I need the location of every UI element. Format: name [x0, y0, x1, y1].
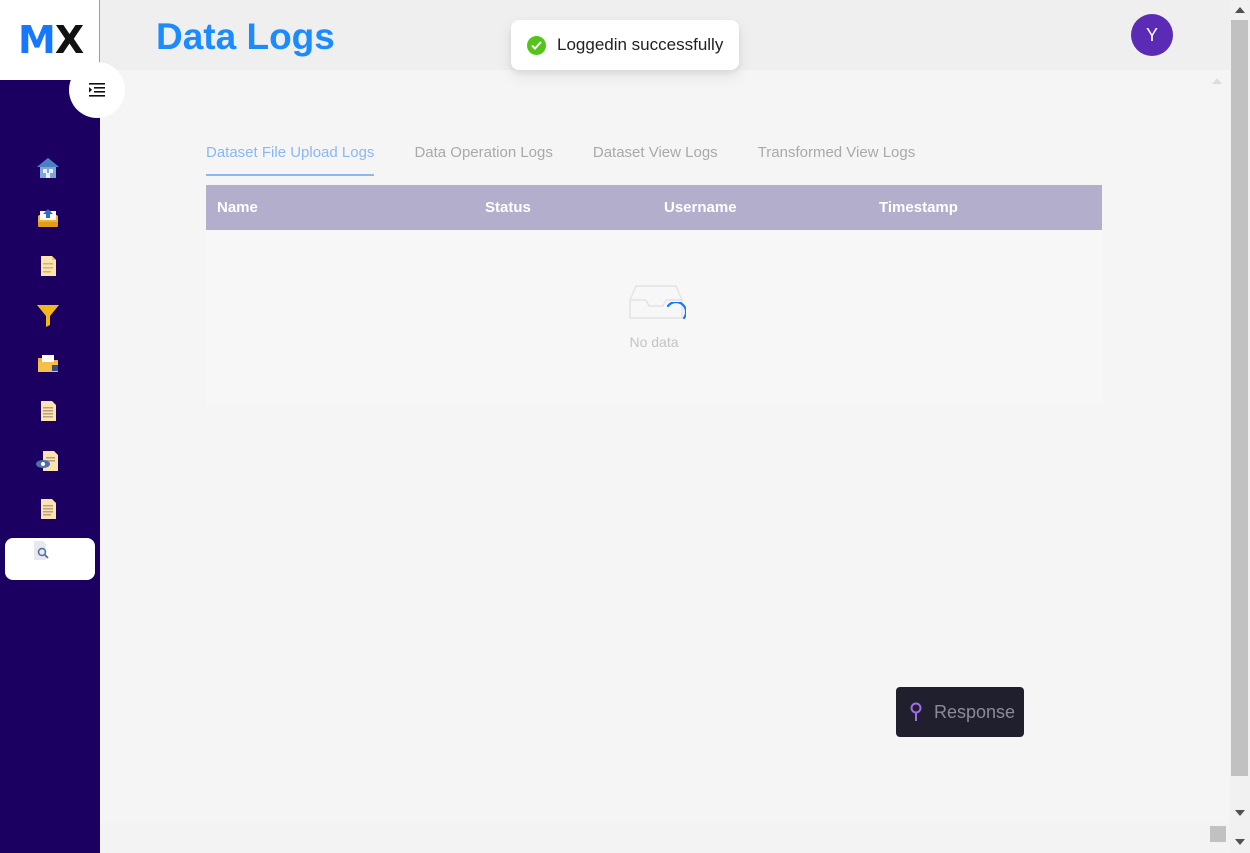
main-content: Dataset File Upload Logs Data Operation … [100, 70, 1230, 823]
tab-data-operation-logs[interactable]: Data Operation Logs [414, 142, 552, 176]
bottom-bar [100, 823, 1230, 853]
home-icon [37, 158, 59, 178]
column-header-name[interactable]: Name [217, 199, 258, 216]
response-label: Response [934, 701, 1016, 722]
sidebar-item-file-text[interactable] [34, 495, 62, 523]
empty-state: No data [206, 230, 1102, 404]
logo-x: X [54, 18, 84, 62]
folder-lock-icon [38, 355, 58, 372]
tab-dataset-file-upload-logs[interactable]: Dataset File Upload Logs [206, 142, 375, 176]
scroll-up-arrow-icon[interactable] [1235, 7, 1245, 13]
empty-text: No data [629, 334, 679, 350]
tabs: Dataset File Upload Logs Data Operation … [206, 142, 955, 176]
tab-dataset-view-logs[interactable]: Dataset View Logs [593, 142, 718, 176]
pin-icon [910, 702, 922, 721]
logo[interactable]: MX [18, 16, 84, 64]
page-scrollbar[interactable] [1230, 0, 1250, 853]
sidebar-item-upload[interactable] [34, 204, 62, 232]
scrollbar-corner [1210, 826, 1226, 842]
scroll-down-arrow-icon[interactable] [1235, 810, 1245, 816]
sidebar-item-file-view[interactable] [34, 447, 62, 475]
column-header-username[interactable]: Username [664, 199, 737, 216]
column-header-timestamp[interactable]: Timestamp [879, 199, 958, 216]
document-icon [41, 256, 56, 276]
logs-table: Name Status Username Timestamp No data [206, 185, 1102, 404]
loading-spinner-icon [666, 302, 686, 320]
scroll-down-arrow-2-icon[interactable] [1235, 839, 1245, 845]
upload-inbox-icon [38, 209, 58, 227]
sidebar [0, 80, 100, 853]
file-text-icon [41, 499, 56, 519]
sidebar-collapse-button[interactable] [69, 62, 125, 118]
response-button[interactable]: Response [896, 687, 1024, 737]
sidebar-item-document[interactable] [34, 252, 62, 280]
content-scroll-up-icon[interactable] [1212, 78, 1222, 84]
table-header: Name Status Username Timestamp [206, 185, 1102, 230]
sidebar-item-filter[interactable] [34, 301, 62, 329]
column-header-status[interactable]: Status [485, 199, 531, 216]
tab-transformed-view-logs[interactable]: Transformed View Logs [758, 142, 916, 176]
page-title: Data Logs [156, 16, 335, 57]
logo-m: M [18, 18, 56, 62]
success-toast: Loggedin successfully [511, 20, 739, 70]
menu-indent-icon [89, 83, 105, 97]
file-search-icon [34, 541, 49, 560]
file-list-icon [41, 401, 56, 421]
sidebar-item-folder[interactable] [34, 349, 62, 377]
sidebar-item-home[interactable] [34, 154, 62, 182]
toast-message: Loggedin successfully [557, 35, 724, 54]
avatar[interactable]: Y [1131, 14, 1173, 56]
sidebar-item-file-search[interactable] [5, 538, 95, 580]
file-view-icon [36, 451, 58, 471]
filter-icon [37, 305, 59, 327]
scrollbar-thumb[interactable] [1231, 20, 1248, 776]
sidebar-item-file-list[interactable] [34, 397, 62, 425]
check-circle-icon [527, 35, 546, 55]
